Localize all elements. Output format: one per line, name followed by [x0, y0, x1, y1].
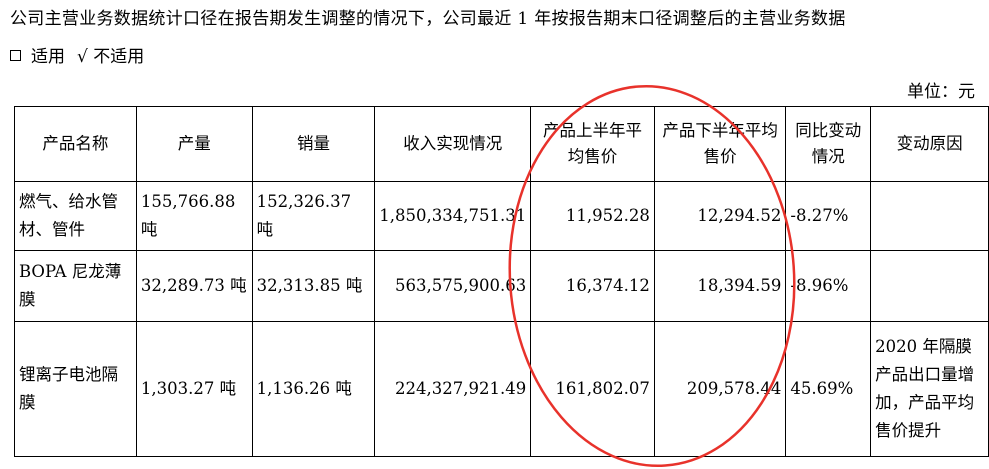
cell-h2-price: 209,578.44: [653, 321, 787, 457]
applicable-label: 适用: [31, 47, 65, 67]
table-row: 锂离子电池隔膜 1,303.27 吨 1,136.26 吨 224,327,92…: [14, 321, 989, 457]
table-row: BOPA 尼龙薄膜 32,289.73 吨 32,313.85 吨 563,57…: [14, 250, 989, 322]
cell-h1-price: 161,802.07: [530, 321, 655, 457]
cell-yoy: -8.27%: [785, 181, 872, 251]
cell-output: 1,303.27 吨: [135, 321, 253, 457]
cell-sales: 152,326.37 吨: [251, 181, 376, 251]
header-sales: 销量: [251, 106, 376, 182]
cell-product-name: 燃气、给水管材、管件: [14, 181, 137, 251]
not-applicable-label: 不适用: [93, 47, 145, 67]
header-yoy: 同比变动情况: [785, 106, 872, 182]
cell-reason: [870, 250, 989, 322]
unit-label: 单位：元: [907, 82, 975, 102]
cell-revenue: 224,327,921.49: [374, 321, 532, 457]
cell-h2-price: 18,394.59: [653, 250, 787, 322]
checkmark-icon: √: [77, 47, 88, 67]
cell-output: 155,766.88 吨: [135, 181, 253, 251]
cell-h2-price: 12,294.52: [653, 181, 787, 251]
checkbox-applicable: [10, 50, 21, 61]
header-reason: 变动原因: [870, 106, 989, 182]
header-h1-price: 产品上半年平均售价: [530, 106, 655, 182]
applicability-options: 适用 √ 不适用: [10, 42, 144, 67]
cell-product-name: BOPA 尼龙薄膜: [14, 250, 137, 322]
cell-sales: 32,313.85 吨: [251, 250, 376, 322]
cell-revenue: 1,850,334,751.31: [374, 181, 532, 251]
cell-revenue: 563,575,900.63: [374, 250, 532, 322]
main-business-table: 产品名称 产量 销量 收入实现情况 产品上半年平均售价 产品下半年平均售价 同比…: [14, 106, 989, 457]
table-header-row: 产品名称 产量 销量 收入实现情况 产品上半年平均售价 产品下半年平均售价 同比…: [14, 106, 989, 182]
header-output: 产量: [135, 106, 253, 182]
header-product-name: 产品名称: [14, 106, 137, 182]
cell-reason: [870, 181, 989, 251]
cell-sales: 1,136.26 吨: [251, 321, 376, 457]
header-revenue: 收入实现情况: [374, 106, 532, 182]
cell-output: 32,289.73 吨: [135, 250, 253, 322]
cell-yoy: 45.69%: [785, 321, 872, 457]
table-row: 燃气、给水管材、管件 155,766.88 吨 152,326.37 吨 1,8…: [14, 181, 989, 251]
cell-h1-price: 16,374.12: [530, 250, 655, 322]
cell-h1-price: 11,952.28: [530, 181, 655, 251]
intro-paragraph: 公司主营业务数据统计口径在报告期发生调整的情况下，公司最近 1 年按报告期末口径…: [10, 9, 846, 29]
header-h2-price: 产品下半年平均售价: [653, 106, 787, 182]
cell-product-name: 锂离子电池隔膜: [14, 321, 137, 457]
cell-reason: 2020 年隔膜产品出口量增加，产品平均售价提升: [870, 321, 989, 457]
cell-yoy: -8.96%: [785, 250, 872, 322]
